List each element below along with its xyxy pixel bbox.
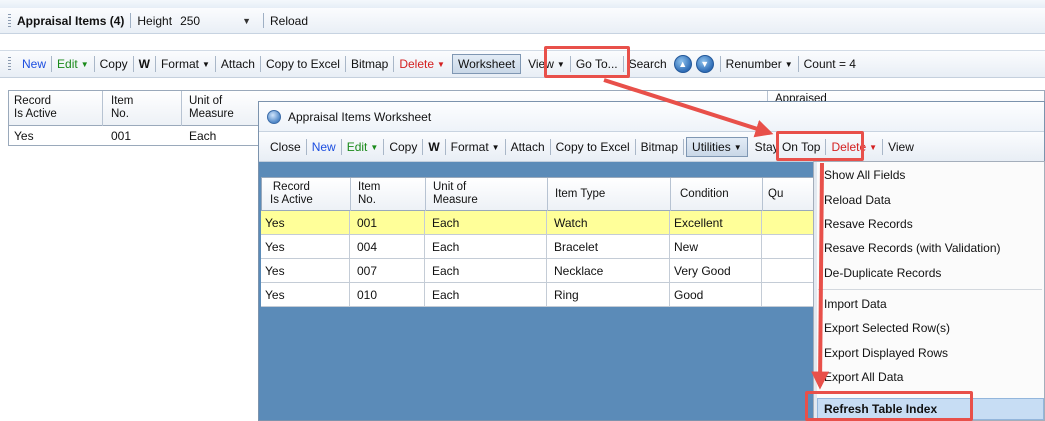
callout-arrows bbox=[603, 78, 830, 390]
arrow-to-refresh bbox=[811, 162, 830, 390]
arrow-to-utilities bbox=[603, 78, 774, 138]
